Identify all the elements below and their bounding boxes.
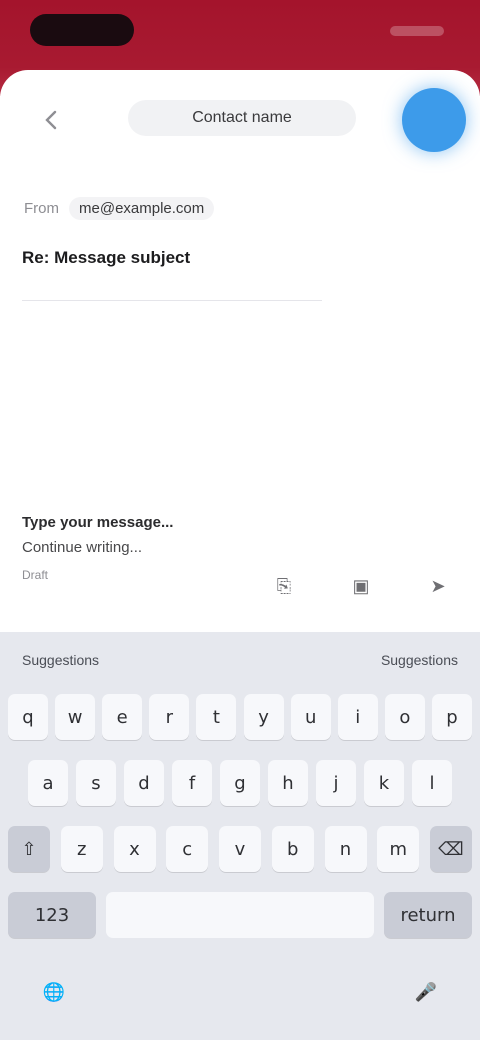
- key-m[interactable]: m: [377, 826, 420, 872]
- microphone-icon[interactable]: 🎤: [408, 974, 444, 1010]
- key-v[interactable]: v: [219, 826, 261, 872]
- key-a[interactable]: a: [28, 760, 68, 806]
- key-b[interactable]: b: [271, 826, 314, 872]
- keyboard-row-2: a s d f g h j k l: [28, 760, 452, 806]
- composer-line-2: Continue writing...: [22, 539, 143, 556]
- key-p[interactable]: p: [431, 694, 472, 740]
- image-icon[interactable]: ▣: [343, 568, 379, 604]
- key-e[interactable]: e: [102, 694, 143, 740]
- divider: [22, 300, 322, 301]
- keyboard-row-4: 123 return: [8, 892, 472, 938]
- from-row: From me@example.com: [24, 196, 324, 220]
- key-u[interactable]: u: [290, 694, 331, 740]
- status-time-pill: [30, 14, 134, 46]
- key-x[interactable]: x: [113, 826, 156, 872]
- key-o[interactable]: o: [384, 694, 425, 740]
- space-key[interactable]: [106, 892, 374, 938]
- from-value[interactable]: me@example.com: [69, 196, 215, 220]
- shift-key[interactable]: ⇧: [8, 826, 50, 872]
- composer-hint: Draft: [22, 568, 49, 582]
- key-r[interactable]: r: [149, 694, 190, 740]
- status-icons: [390, 26, 444, 36]
- contact-name: Contact name: [192, 109, 292, 126]
- chevron-left-icon[interactable]: [40, 108, 64, 132]
- composer-line-1: Type your message...: [22, 514, 174, 531]
- key-c[interactable]: c: [166, 826, 209, 872]
- key-d[interactable]: d: [124, 760, 164, 806]
- attachment-icon[interactable]: ⎘: [266, 568, 302, 604]
- key-q[interactable]: q: [8, 694, 48, 740]
- avatar[interactable]: [402, 88, 466, 152]
- key-g[interactable]: g: [220, 760, 260, 806]
- key-z[interactable]: z: [60, 826, 103, 872]
- backspace-key[interactable]: ⌫: [430, 826, 472, 872]
- key-t[interactable]: t: [196, 694, 237, 740]
- keyboard-row-3: ⇧ z x c v b n m ⌫: [8, 826, 472, 872]
- contact-pill[interactable]: Contact name: [128, 100, 356, 136]
- key-j[interactable]: j: [316, 760, 356, 806]
- key-w[interactable]: w: [55, 694, 96, 740]
- compose-actions: ⎘ ▣ ➤: [266, 568, 456, 604]
- subject-line: Re: Message subject: [22, 248, 191, 267]
- key-y[interactable]: y: [243, 694, 284, 740]
- numbers-key[interactable]: 123: [8, 892, 96, 938]
- key-n[interactable]: n: [324, 826, 367, 872]
- suggestion-left[interactable]: Suggestions: [22, 652, 99, 668]
- globe-icon[interactable]: 🌐: [36, 974, 72, 1010]
- send-icon[interactable]: ➤: [420, 568, 456, 604]
- key-i[interactable]: i: [337, 694, 378, 740]
- key-h[interactable]: h: [268, 760, 308, 806]
- key-k[interactable]: k: [364, 760, 404, 806]
- keyboard-row-1: q w e r t y u i o p: [8, 694, 472, 740]
- key-f[interactable]: f: [172, 760, 212, 806]
- message-composer[interactable]: Type your message... Continue writing...…: [22, 514, 262, 582]
- from-label: From: [24, 199, 59, 217]
- key-l[interactable]: l: [412, 760, 452, 806]
- suggestion-right[interactable]: Suggestions: [381, 652, 458, 668]
- key-s[interactable]: s: [76, 760, 116, 806]
- return-key[interactable]: return: [384, 892, 472, 938]
- keyboard-suggestion-strip[interactable]: Suggestions Suggestions: [0, 632, 480, 688]
